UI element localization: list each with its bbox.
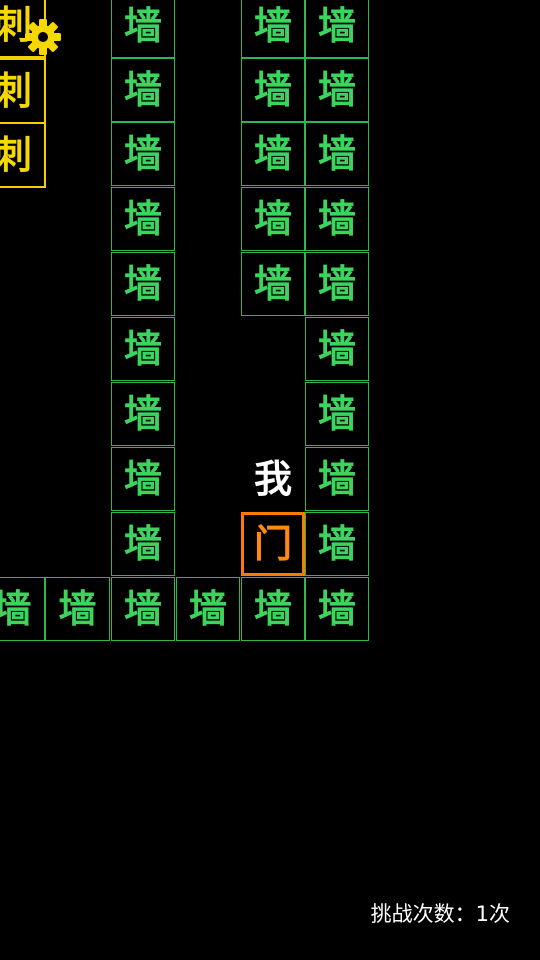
wall-tile: 墙 <box>305 122 369 186</box>
gear-icon[interactable] <box>24 18 62 56</box>
wall-tile: 墙 <box>305 252 369 316</box>
attempts-label: 挑战次数： <box>370 902 476 926</box>
attempts-counter: 挑战次数：1次 <box>371 898 510 928</box>
wall-tile: 墙 <box>305 512 369 576</box>
wall-tile: 墙 <box>305 187 369 251</box>
wall-tile: 墙 <box>241 252 305 316</box>
wall-tile: 墙 <box>111 187 175 251</box>
wall-tile: 墙 <box>111 382 175 446</box>
exit-door: 门 <box>241 512 305 576</box>
wall-tile: 墙 <box>305 58 369 122</box>
wall-tile: 墙 <box>305 577 369 641</box>
wall-tile: 墙 <box>241 0 305 58</box>
wall-tile: 墙 <box>305 447 369 511</box>
wall-tile: 墙 <box>111 122 175 186</box>
wall-tile: 墙 <box>241 122 305 186</box>
wall-tile: 墙 <box>45 577 110 641</box>
wall-tile: 墙 <box>305 382 369 446</box>
wall-tile: 墙 <box>111 317 175 381</box>
wall-tile: 墙 <box>111 577 175 641</box>
wall-tile: 墙 <box>241 577 305 641</box>
wall-tile: 墙 <box>111 252 175 316</box>
player-character: 我 <box>253 457 292 501</box>
wall-tile: 墙 <box>111 447 175 511</box>
game-board: 刺 刺 刺 墙 墙 墙 墙 墙 墙 墙 墙 墙 墙 墙 墙 墙 墙 墙 墙 墙 … <box>0 0 540 960</box>
wall-tile: 墙 <box>111 512 175 576</box>
wall-tile: 墙 <box>111 58 175 122</box>
wall-tile: 墙 <box>0 577 45 641</box>
attempts-value: 1次 <box>475 902 510 926</box>
wall-tile: 墙 <box>241 187 305 251</box>
wall-tile: 墙 <box>305 317 369 381</box>
wall-tile: 墙 <box>241 58 305 122</box>
wall-tile: 墙 <box>111 0 175 58</box>
wall-tile: 墙 <box>305 0 369 58</box>
spike-tile: 刺 <box>0 58 46 124</box>
wall-tile: 墙 <box>176 577 240 641</box>
spike-tile: 刺 <box>0 122 46 188</box>
